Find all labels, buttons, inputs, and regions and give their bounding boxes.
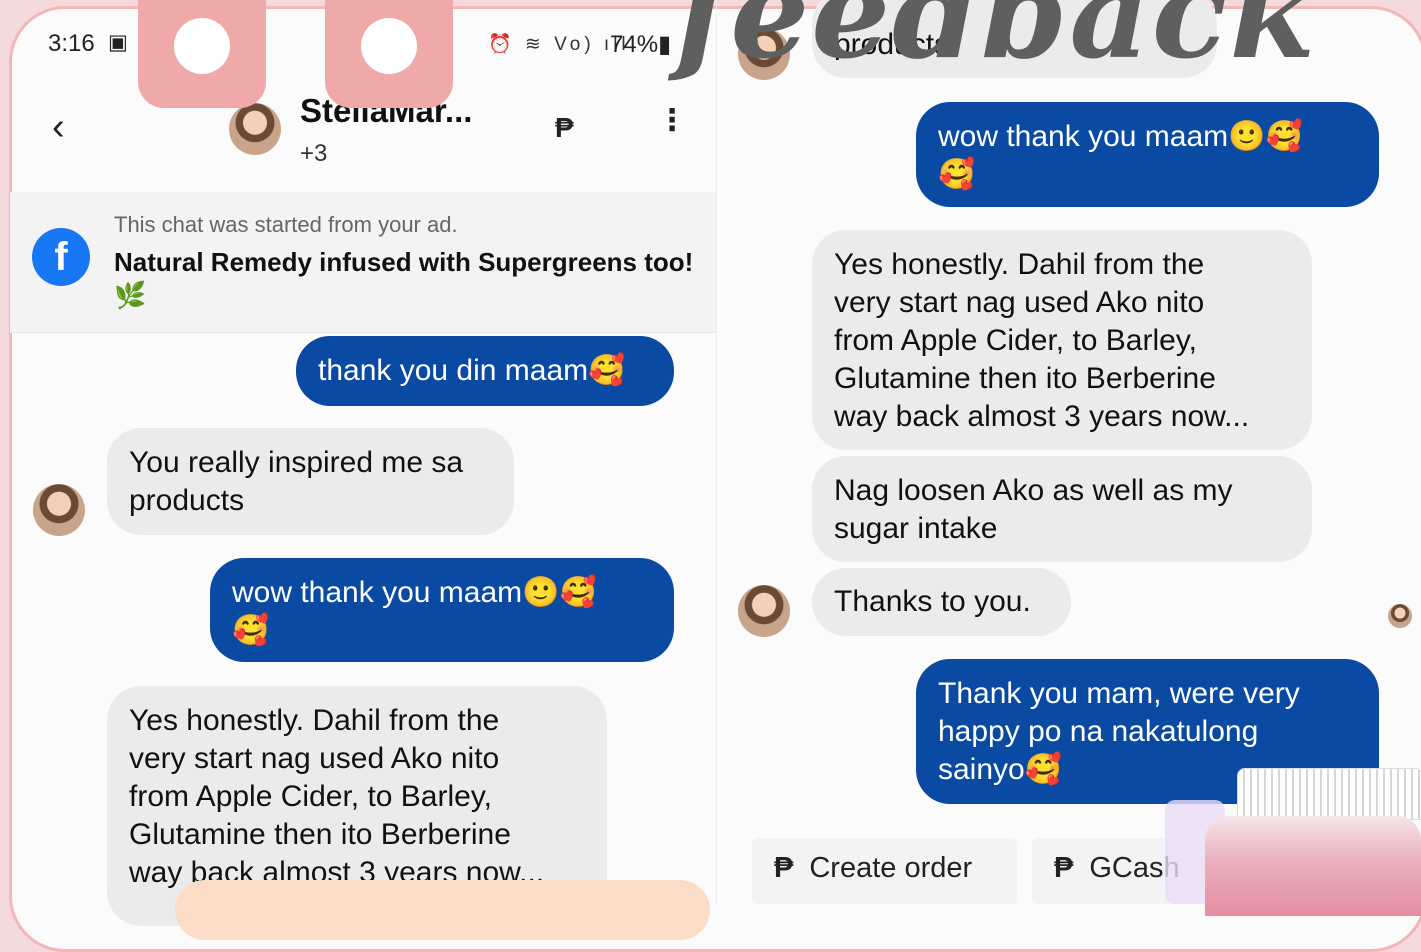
product-jar-image xyxy=(1205,768,1421,916)
sender-avatar xyxy=(33,484,85,536)
message-bubble-incoming[interactable]: You really inspired me sa products xyxy=(107,428,514,535)
peso-icon: ₱ xyxy=(774,852,794,884)
create-order-label: Create order xyxy=(809,852,973,884)
ad-origin-card[interactable]: f This chat was started from your ad. Na… xyxy=(10,192,716,333)
decor-blob xyxy=(175,880,710,940)
signal-icons: ⏰ ≋ Vo) ıll xyxy=(488,34,630,55)
peso-icon: ₱ xyxy=(1054,852,1074,884)
sender-avatar xyxy=(738,585,790,637)
create-order-button[interactable]: ₱ Create order xyxy=(752,838,1017,904)
back-arrow-icon[interactable]: ‹ xyxy=(52,108,65,146)
status-time: 3:16 xyxy=(48,30,95,57)
decor-tab xyxy=(138,0,266,108)
panel-divider xyxy=(716,0,717,904)
more-options-icon[interactable]: ⋮ xyxy=(657,106,687,136)
battery-indicator: 74%▮ xyxy=(610,31,672,58)
ad-title: Natural Remedy infused with Supergreens … xyxy=(114,247,694,310)
message-bubble-incoming[interactable]: Nag loosen Ako as well as my sugar intak… xyxy=(812,456,1312,562)
facebook-icon: f xyxy=(32,228,90,286)
message-bubble-outgoing[interactable]: thank you din maam🥰 xyxy=(296,336,674,406)
decor-tab xyxy=(325,0,453,108)
participant-count: +3 xyxy=(300,140,328,167)
gcash-button[interactable]: ₱ GCash xyxy=(1032,838,1187,904)
message-bubble-outgoing[interactable]: wow thank you maam🙂🥰 🥰 xyxy=(916,102,1379,207)
peso-icon[interactable]: ₱ xyxy=(555,112,574,144)
feedback-title: feedback xyxy=(675,0,1318,87)
message-bubble-outgoing[interactable]: wow thank you maam🙂🥰 🥰 xyxy=(210,558,674,662)
message-bubble-incoming[interactable]: Yes honestly. Dahil from the very start … xyxy=(812,230,1312,450)
read-receipt-avatar xyxy=(1388,604,1412,628)
contact-avatar[interactable] xyxy=(229,103,281,155)
message-bubble-incoming[interactable]: Thanks to you. xyxy=(812,568,1071,636)
ad-origin-note: This chat was started from your ad. xyxy=(114,212,458,237)
